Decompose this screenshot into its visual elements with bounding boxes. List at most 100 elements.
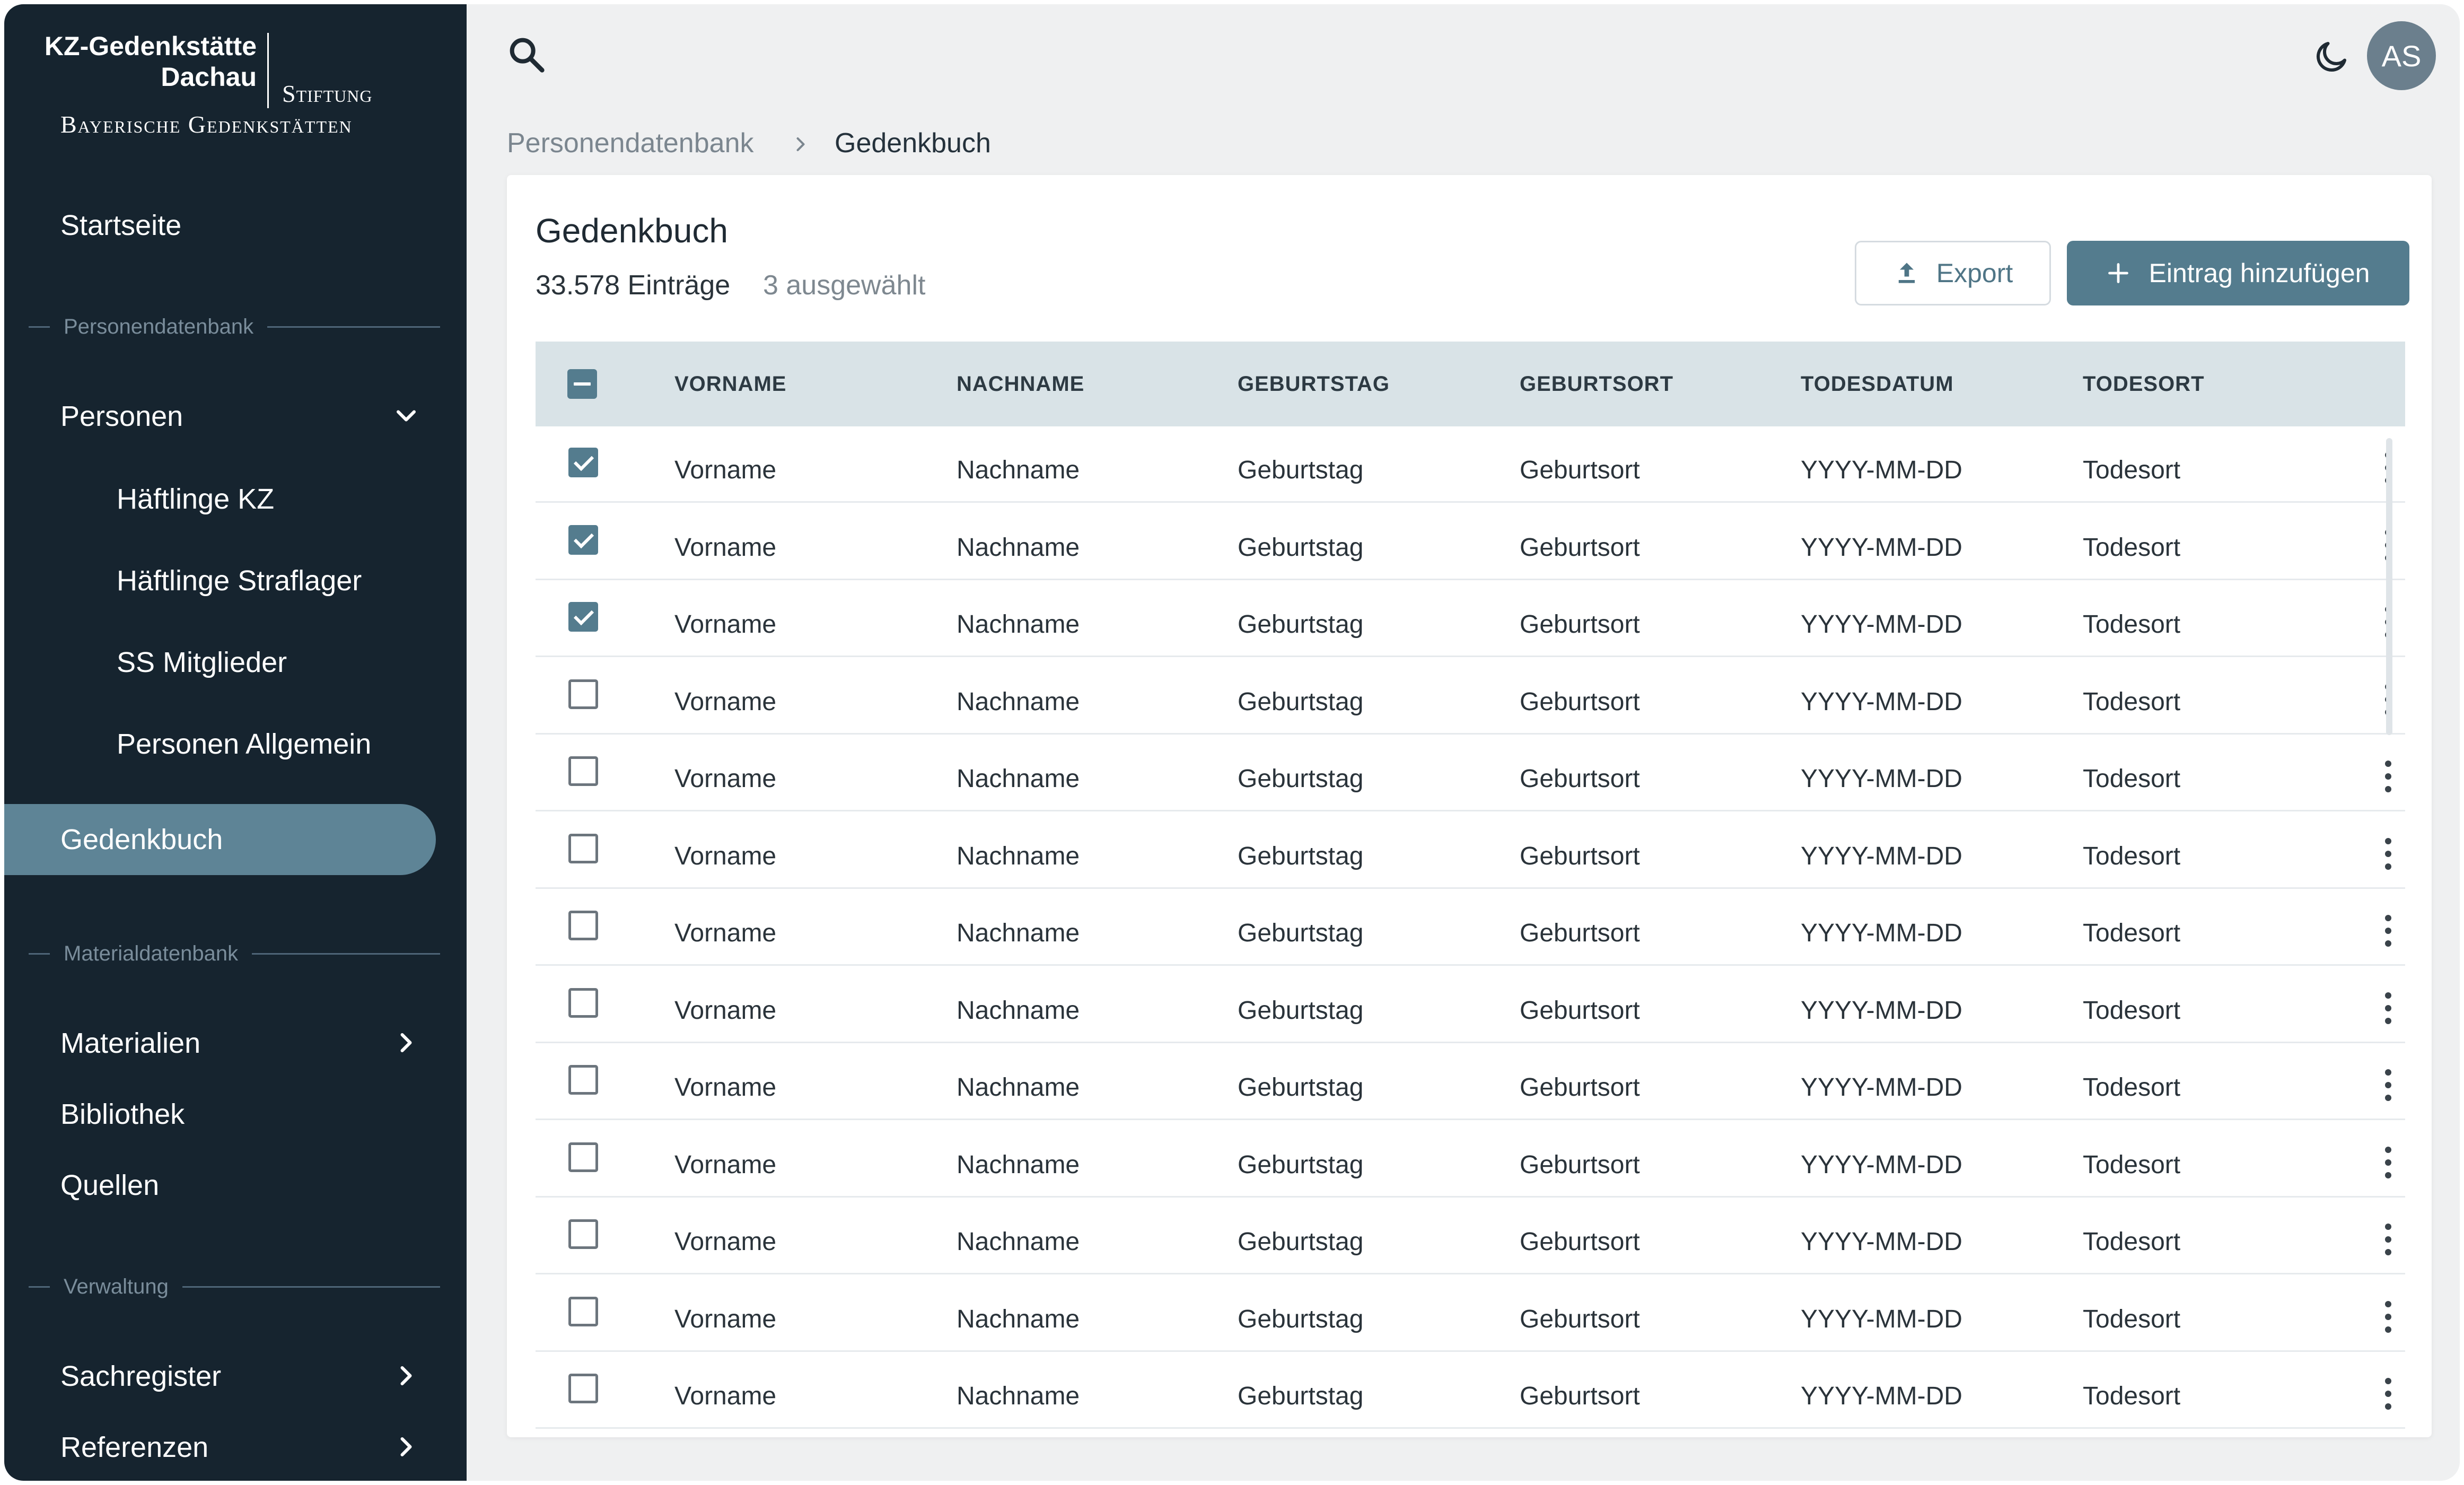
app-window: KZ-Gedenkstätte Dachau Stiftung Bayerisc…: [4, 4, 2460, 1481]
cell-vorname: Vorname: [674, 1150, 777, 1179]
chevron-right-icon[interactable]: [390, 1027, 422, 1059]
cell-vorname: Vorname: [674, 1073, 777, 1102]
more-vertical-icon[interactable]: [2382, 837, 2395, 870]
more-vertical-icon[interactable]: [2382, 1224, 2395, 1255]
table-row[interactable]: Vorname Nachname Geburtstag Geburtsort YYYY-…: [536, 1276, 2405, 1352]
cell-geburtstag: Geburtstag: [1238, 1228, 1364, 1256]
row-checkbox[interactable]: [568, 1219, 598, 1249]
chevron-right-icon: [796, 137, 805, 152]
row-checkbox[interactable]: [568, 1296, 598, 1326]
row-checkbox[interactable]: [568, 1065, 598, 1095]
sidebar-item-sachregister[interactable]: Sachregister: [60, 1358, 432, 1395]
sidebar-item-referenzen[interactable]: Referenzen: [60, 1429, 432, 1466]
table-row[interactable]: Vorname Nachname Geburtstag Geburtsort YYYY-…: [536, 1198, 2405, 1274]
chevron-down-icon[interactable]: [390, 400, 422, 432]
more-vertical-icon[interactable]: [2382, 992, 2395, 1024]
cell-nachname: Nachname: [957, 1073, 1080, 1102]
cell-todesdatum: YYYY-MM-DD: [1801, 533, 1962, 562]
add-entry-button[interactable]: Eintrag hinzufügen: [2067, 241, 2409, 305]
row-checkbox[interactable]: [568, 988, 598, 1018]
cell-vorname: Vorname: [674, 456, 777, 484]
row-checkbox[interactable]: [568, 1142, 598, 1172]
table-row[interactable]: Vorname Nachname Geburtstag Geburtsort YYYY-…: [536, 504, 2405, 580]
sidebar-item-personen[interactable]: Personen: [60, 398, 432, 435]
cell-geburtstag: Geburtstag: [1238, 1305, 1364, 1333]
table-row[interactable]: Vorname Nachname Geburtstag Geburtsort YYYY-…: [536, 889, 2405, 966]
cell-geburtstag: Geburtstag: [1238, 842, 1364, 870]
column-header-geburtstag[interactable]: GEBURTSTAG: [1238, 342, 1390, 426]
logo-divider: [267, 33, 269, 108]
cell-todesdatum: YYYY-MM-DD: [1801, 1150, 1962, 1179]
chevron-right-icon[interactable]: [390, 1431, 422, 1463]
sidebar-item-haeftlinge-straflager[interactable]: Häftlinge Straflager: [117, 562, 488, 599]
row-checkbox[interactable]: [568, 833, 598, 863]
more-vertical-icon[interactable]: [2382, 1378, 2395, 1410]
table-row[interactable]: Vorname Nachname Geburtstag Geburtsort YYYY-…: [536, 426, 2405, 503]
chevron-right-icon[interactable]: [390, 1360, 422, 1392]
cell-geburtsort: Geburtsort: [1520, 1150, 1640, 1179]
select-all-checkbox[interactable]: [567, 369, 597, 399]
cell-todesort: Todesort: [2083, 1228, 2181, 1256]
cell-geburtsort: Geburtsort: [1520, 1073, 1640, 1102]
cell-vorname: Vorname: [674, 610, 777, 639]
cell-todesort: Todesort: [2083, 996, 2181, 1025]
export-button[interactable]: Export: [1855, 241, 2051, 305]
cell-geburtstag: Geburtstag: [1238, 610, 1364, 639]
table-row[interactable]: Vorname Nachname Geburtstag Geburtsort YYYY-…: [536, 1044, 2405, 1120]
sidebar-item-materialien[interactable]: Materialien: [60, 1025, 432, 1062]
sidebar-item-startseite[interactable]: Startseite: [60, 207, 432, 244]
more-vertical-icon[interactable]: [2382, 1069, 2395, 1101]
section-verwaltung: Verwaltung: [29, 1271, 440, 1303]
row-checkbox[interactable]: [568, 1374, 598, 1403]
cell-todesdatum: YYYY-MM-DD: [1801, 1305, 1962, 1333]
column-header-nachname[interactable]: NACHNAME: [957, 342, 1084, 426]
table-row[interactable]: Vorname Nachname Geburtstag Geburtsort YYYY-…: [536, 967, 2405, 1043]
logo[interactable]: KZ-Gedenkstätte Dachau Stiftung Bayerisc…: [4, 4, 467, 163]
row-checkbox[interactable]: [568, 602, 598, 632]
row-checkbox[interactable]: [568, 679, 598, 709]
sidebar-item-quellen[interactable]: Quellen: [60, 1167, 432, 1204]
sidebar-item-gedenkbuch[interactable]: Gedenkbuch: [60, 821, 432, 858]
sidebar-item-personen-allgemein[interactable]: Personen Allgemein: [117, 726, 488, 763]
table-row[interactable]: Vorname Nachname Geburtstag Geburtsort YYYY-…: [536, 735, 2405, 811]
breadcrumb-personendatenbank[interactable]: Personendatenbank: [507, 127, 754, 159]
search-icon[interactable]: [506, 34, 548, 76]
logo-line-3: Stiftung: [282, 80, 373, 107]
export-button-label: Export: [1936, 258, 2013, 288]
more-vertical-icon[interactable]: [2382, 761, 2395, 792]
more-vertical-icon[interactable]: [2382, 1300, 2395, 1333]
scrollbar[interactable]: [2386, 438, 2392, 735]
sidebar-item-bibliothek[interactable]: Bibliothek: [60, 1096, 432, 1133]
cell-nachname: Nachname: [957, 533, 1080, 562]
more-vertical-icon[interactable]: [2382, 915, 2395, 947]
sidebar-item-haeftlinge-kz[interactable]: Häftlinge KZ: [117, 481, 488, 518]
row-checkbox[interactable]: [568, 525, 598, 555]
row-checkbox[interactable]: [568, 448, 598, 477]
table-row[interactable]: Vorname Nachname Geburtstag Geburtsort YYYY-…: [536, 658, 2405, 735]
column-header-todesdatum[interactable]: TODESDATUM: [1801, 342, 1954, 426]
entry-count: 33.578 Einträge: [536, 270, 731, 301]
column-header-vorname[interactable]: VORNAME: [674, 342, 786, 426]
avatar[interactable]: AS: [2367, 21, 2436, 90]
cell-geburtsort: Geburtsort: [1520, 996, 1640, 1025]
row-checkbox[interactable]: [568, 756, 598, 786]
more-vertical-icon[interactable]: [2382, 1146, 2395, 1178]
column-header-geburtsort[interactable]: GEBURTSORT: [1520, 342, 1673, 426]
table-row[interactable]: Vorname Nachname Geburtstag Geburtsort YYYY-…: [536, 1121, 2405, 1198]
cell-vorname: Vorname: [674, 919, 777, 947]
cell-vorname: Vorname: [674, 765, 777, 793]
moon-icon[interactable]: [2313, 37, 2351, 75]
cell-todesort: Todesort: [2083, 687, 2181, 716]
cell-vorname: Vorname: [674, 687, 777, 716]
cell-todesort: Todesort: [2083, 842, 2181, 870]
table-row[interactable]: Vorname Nachname Geburtstag Geburtsort YYYY-…: [536, 581, 2405, 657]
column-header-todesort[interactable]: TODESORT: [2083, 342, 2205, 426]
table-row[interactable]: Vorname Nachname Geburtstag Geburtsort YYYY-…: [536, 813, 2405, 889]
cell-geburtstag: Geburtstag: [1238, 687, 1364, 716]
cell-vorname: Vorname: [674, 996, 777, 1025]
sidebar-item-ss-mitglieder[interactable]: SS Mitglieder: [117, 644, 488, 681]
row-checkbox[interactable]: [568, 911, 598, 940]
cell-geburtsort: Geburtsort: [1520, 765, 1640, 793]
cell-nachname: Nachname: [957, 919, 1080, 947]
table-row[interactable]: Vorname Nachname Geburtstag Geburtsort YYYY-…: [536, 1352, 2405, 1429]
